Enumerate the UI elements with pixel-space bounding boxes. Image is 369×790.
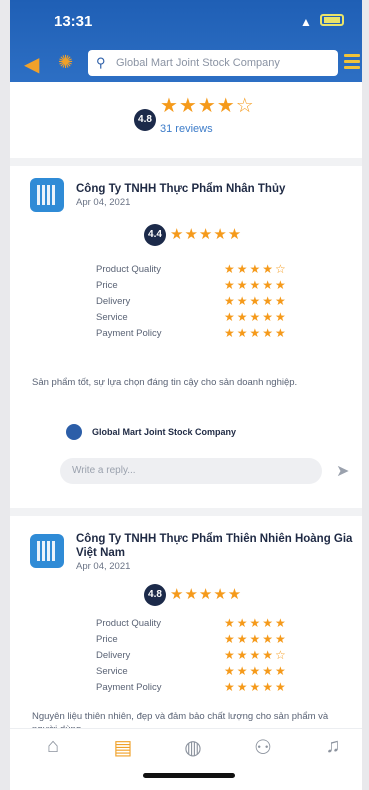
gear-icon[interactable]: ✺: [58, 52, 73, 73]
criteria-row: Service ★★★★★: [96, 664, 316, 680]
send-icon[interactable]: ➤: [336, 461, 349, 481]
criteria-label: Service: [96, 666, 128, 677]
review-date: Apr 04, 2021: [76, 197, 131, 208]
criteria-list: Product Quality ★★★★★ Price ★★★★★ Delivery…: [96, 616, 316, 696]
criteria-stars: ★★★★★: [224, 632, 288, 646]
criteria-row: Delivery ★★★★☆: [96, 648, 316, 664]
criteria-stars: ★★★★★: [224, 310, 288, 324]
tab-bell-icon[interactable]: ♫: [316, 735, 350, 758]
criteria-label: Product Quality: [96, 264, 161, 275]
tab-people-icon[interactable]: ⚇: [246, 735, 280, 760]
review-rating-badge: 4.8: [144, 584, 166, 606]
criteria-row: Product Quality ★★★★☆: [96, 262, 316, 278]
criteria-label: Service: [96, 312, 128, 323]
criteria-stars: ★★★★★: [224, 278, 288, 292]
search-icon: ⚲: [96, 55, 106, 70]
reply-company-name: Global Mart Joint Stock Company: [92, 427, 237, 437]
tab-home-icon[interactable]: ⌂: [36, 735, 70, 758]
criteria-row: Product Quality ★★★★★: [96, 616, 316, 632]
criteria-label: Price: [96, 634, 118, 645]
search-text: Global Mart Joint Stock Company: [116, 57, 280, 69]
menu-icon[interactable]: [344, 54, 360, 72]
tab-document-icon[interactable]: ▤: [106, 735, 140, 760]
reply-input[interactable]: Write a reply...: [60, 458, 322, 484]
criteria-label: Payment Policy: [96, 328, 162, 339]
criteria-label: Price: [96, 280, 118, 291]
criteria-stars: ★★★★★: [224, 680, 288, 694]
home-indicator: [143, 773, 235, 778]
criteria-stars: ★★★★★: [224, 616, 288, 630]
top-bar: 13:31 ▲ ◀ ✺ ⚲ Global Mart Joint Stock Co…: [10, 0, 362, 82]
avatar: [66, 424, 82, 440]
company-logo-icon: [30, 178, 64, 212]
back-icon[interactable]: ◀: [24, 52, 39, 77]
search-field[interactable]: ⚲ Global Mart Joint Stock Company: [88, 50, 338, 76]
status-time: 13:31: [54, 13, 93, 30]
criteria-row: Service ★★★★★: [96, 310, 316, 326]
review-card: Công Ty TNHH Thực Phẩm Thiên Nhiên Hoàng…: [10, 508, 362, 748]
review-stars: ★★★★★: [170, 586, 243, 603]
company-logo-icon: [30, 534, 64, 568]
criteria-row: Payment Policy ★★★★★: [96, 326, 316, 342]
criteria-row: Price ★★★★★: [96, 278, 316, 294]
criteria-stars: ★★★★★: [224, 326, 288, 340]
review-stars: ★★★★★: [170, 226, 243, 243]
criteria-stars: ★★★★☆: [224, 648, 288, 662]
criteria-label: Delivery: [96, 650, 131, 661]
bottom-tab-bar: ⌂ ▤ ◍ ⚇ ♫: [10, 728, 362, 790]
battery-icon: [320, 14, 344, 26]
tab-globe-icon[interactable]: ◍: [176, 735, 210, 760]
criteria-stars: ★★★★★: [224, 664, 288, 678]
criteria-label: Product Quality: [96, 618, 161, 629]
overall-stars: ★★★★☆: [160, 95, 255, 117]
app-screen: 13:31 ▲ ◀ ✺ ⚲ Global Mart Joint Stock Co…: [10, 0, 362, 790]
rating-summary: 4.8 ★★★★☆ 31 reviews: [10, 93, 362, 153]
review-card: Công Ty TNHH Thực Phẩm Nhân Thủy Apr 04,…: [10, 158, 362, 484]
criteria-row: Delivery ★★★★★: [96, 294, 316, 310]
status-bar: 13:31 ▲: [10, 0, 362, 40]
criteria-label: Delivery: [96, 296, 131, 307]
review-text: Sản phẩm tốt, sự lựa chọn đáng tin cậy c…: [32, 377, 298, 388]
company-name[interactable]: Công Ty TNHH Thực Phẩm Thiên Nhiên Hoàng…: [76, 532, 361, 560]
criteria-label: Payment Policy: [96, 682, 162, 693]
criteria-stars: ★★★★☆: [224, 262, 288, 276]
reviews-count-link[interactable]: 31 reviews: [160, 123, 213, 135]
criteria-row: Price ★★★★★: [96, 632, 316, 648]
review-rating-badge: 4.4: [144, 224, 166, 246]
review-date: Apr 04, 2021: [76, 561, 131, 572]
overall-rating-badge: 4.8: [134, 109, 156, 131]
company-name[interactable]: Công Ty TNHH Thực Phẩm Nhân Thủy: [76, 182, 361, 196]
criteria-stars: ★★★★★: [224, 294, 288, 308]
criteria-list: Product Quality ★★★★☆ Price ★★★★★ Delivery…: [96, 262, 316, 342]
criteria-row: Payment Policy ★★★★★: [96, 680, 316, 696]
wifi-icon: ▲: [300, 15, 312, 29]
